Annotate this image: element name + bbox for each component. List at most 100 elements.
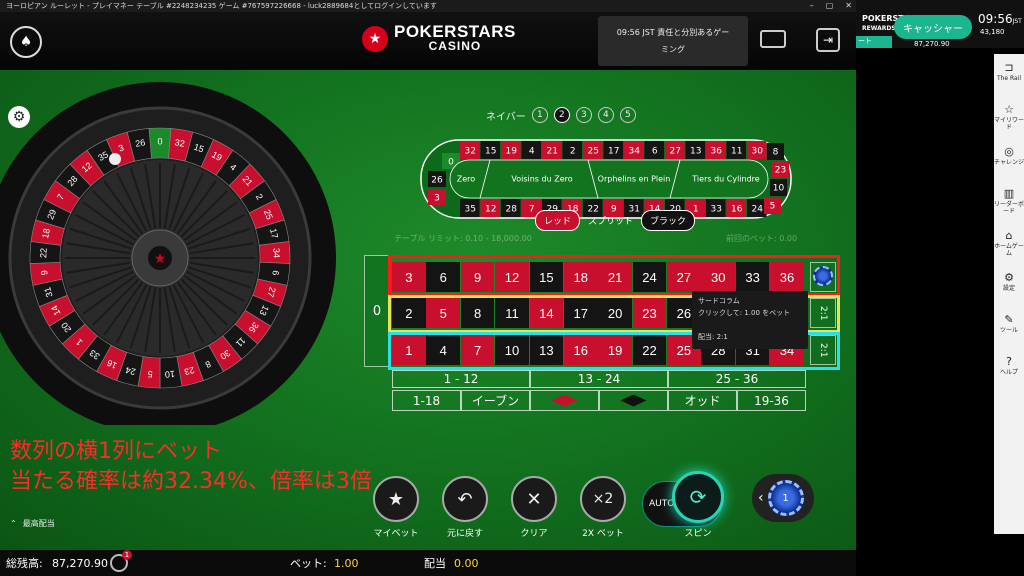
client-sidebar: ⊐ The Rail ☆ マイリワード ◎ チャレンジ ▥ リーダーボード ⌂ ホームゲーム ⚙ 設定… [994, 54, 1024, 534]
racetrack-section[interactable]: Zero [457, 175, 476, 184]
racetrack-number: 11 [731, 147, 742, 157]
gear-icon: ⚙ [1004, 271, 1014, 284]
bet-even[interactable]: イーブン [461, 390, 530, 411]
split-label: スプリット [588, 217, 634, 227]
wheel-svg: 0 32 1519421225173462713361130823105241633… [0, 82, 336, 434]
racetrack-number: 34 [629, 147, 641, 157]
sidebar-item[interactable]: ⌂ ホームゲーム [994, 229, 1024, 258]
bet-odd[interactable]: オッド [668, 390, 737, 411]
racetrack-number: 19 [506, 147, 518, 157]
star-logo-icon: ★ [154, 251, 167, 267]
cashier-button[interactable]: キャッシャー [894, 15, 972, 39]
neighbor-option-3[interactable]: 3 [575, 107, 592, 123]
wheel-number: 32 [174, 137, 186, 149]
exit-icon[interactable]: ⇥ [816, 28, 840, 52]
chip-icon[interactable]: 1 [767, 480, 804, 516]
close-icon[interactable]: ✕ [845, 0, 852, 12]
reward-icon: ☆ [1004, 103, 1014, 116]
dozen-2[interactable]: 13 - 24 [530, 370, 668, 388]
client-time: 09:56JST [978, 12, 1022, 26]
client-tab[interactable]: ート [856, 36, 892, 48]
racetrack-number: 32 [465, 147, 476, 157]
undo-button[interactable]: ↶ [442, 476, 488, 522]
sidebar-item[interactable]: ? ヘルプ [994, 356, 1024, 377]
even-money-row: 1-18 イーブン オッド 19-36 [392, 390, 806, 411]
dozen-1[interactable]: 1 - 12 [392, 370, 530, 388]
spin-button[interactable]: ⟳ [672, 471, 724, 523]
racetrack-section[interactable]: Voisins du Zero [511, 175, 572, 184]
bet-1-18[interactable]: 1-18 [392, 390, 461, 411]
double-button[interactable]: ×2 [580, 476, 626, 522]
neighbor-option-2[interactable]: 2 [553, 107, 570, 123]
bottom-bar: 総残高: 87,270.90 1 ベット: 1.00 配当 0.00 [0, 550, 856, 576]
wheel-number: 34 [271, 248, 281, 258]
spin-icon: ⟳ [689, 485, 707, 509]
payout-value: 0.00 [454, 556, 479, 570]
dozens-row: 1 - 12 13 - 24 25 - 36 [392, 370, 806, 388]
wheel-number: 0 [157, 136, 162, 146]
logo-line1: POKERSTARS [394, 22, 516, 41]
bet-19-36[interactable]: 19-36 [737, 390, 806, 411]
spin-label: スピン [684, 529, 712, 539]
info-line1: 09:56 JST 責任と分別あるゲー [616, 28, 730, 37]
racetrack-number: 4 [529, 147, 535, 157]
clear-label: クリア [520, 529, 548, 539]
chip-selector[interactable]: ‹ 1 [752, 474, 814, 522]
cash-icon[interactable] [760, 30, 786, 48]
sidebar-item[interactable]: ◎ チャレンジ [994, 145, 1024, 167]
maximize-icon[interactable]: ▢ [826, 0, 834, 12]
bet-label: ベット: [290, 557, 327, 570]
wheel-number: 10 [164, 369, 175, 380]
chevron-up-icon: ⌃ [10, 519, 17, 528]
red-button[interactable]: レッド [535, 210, 581, 231]
sidebar-item[interactable]: ⚙ 設定 [994, 271, 1024, 293]
chevron-left-icon[interactable]: ‹ [758, 490, 764, 506]
neighbor-option-4[interactable]: 4 [597, 107, 614, 123]
black-button[interactable]: ブラック [641, 210, 696, 231]
responsible-gaming-info[interactable]: 09:56 JST 責任と分別あるゲー ミング [598, 16, 748, 66]
racetrack-number: 23 [775, 166, 786, 176]
neighbor-option-5[interactable]: 5 [619, 107, 636, 123]
neighbor-label: ネイバー [486, 111, 526, 123]
home-icon: ⌂ [1005, 229, 1013, 242]
racetrack-section[interactable]: Tiers du Cylindre [691, 175, 760, 184]
racetrack-number: 3 [434, 194, 440, 204]
racetrack-number: 16 [731, 205, 743, 215]
zero-cell[interactable]: 0 [364, 255, 390, 367]
annotation-line2: 当たる確率は約32.34%、倍率は3倍 [10, 469, 372, 494]
tools-icon: ✎ [1004, 313, 1014, 326]
racetrack-number: 12 [485, 205, 496, 215]
sidebar-item[interactable]: ⊐ The Rail [994, 62, 1024, 83]
window-title: ヨーロピアン ルーレット - プレイマネー テーブル #2248234235 ゲ… [6, 2, 437, 10]
my-bet-button[interactable]: ★ [373, 476, 419, 522]
spade-icon: ♠ [19, 34, 33, 50]
bet-value: 1.00 [334, 556, 359, 570]
red-diamond-icon [551, 394, 578, 407]
dozen-3[interactable]: 25 - 36 [668, 370, 806, 388]
sidebar-item[interactable]: ☆ マイリワード [994, 103, 1024, 132]
sidebar-item[interactable]: ✎ ツール [994, 313, 1024, 335]
racetrack[interactable]: 3215194212251734627133611303512287291822… [420, 139, 792, 219]
window-titlebar: ヨーロピアン ルーレット - プレイマネー テーブル #2248234235 ゲ… [0, 0, 856, 12]
bet-black[interactable] [599, 390, 668, 411]
bet-red[interactable] [530, 390, 599, 411]
pokerstars-logo: ★ POKERSTARS CASINO [362, 22, 516, 54]
sidebar-item[interactable]: ▥ リーダーボード [994, 187, 1024, 216]
racetrack-number: 33 [711, 205, 722, 215]
leaderboard-icon: ▥ [1003, 187, 1015, 200]
sidebar-item-label: チャレンジ [994, 159, 1024, 166]
clear-button[interactable]: ✕ [511, 476, 557, 522]
neighbor-option-1[interactable]: 1 [531, 107, 548, 123]
racetrack-section[interactable]: Orphelins en Plein [598, 175, 671, 184]
top-bar: ♠ ★ POKERSTARS CASINO 09:56 JST 責任と分別あるゲ… [0, 12, 856, 70]
wheel-ball [109, 153, 121, 165]
challenge-icon: ◎ [1004, 145, 1014, 158]
table-limit-label: テーブル リミット: 0.10 - 18,000.00 [394, 234, 532, 243]
sidebar-item-label: The Rail [996, 75, 1022, 82]
max-payout-toggle[interactable]: ⌃ 最高配当 [10, 518, 55, 529]
wheel-number: 22 [38, 248, 48, 258]
minimize-icon[interactable]: – [810, 0, 814, 12]
tooltip-line1: クリックして: 1.00 をベット [698, 309, 791, 317]
racetrack-number: 0 [448, 158, 454, 168]
spade-menu-button[interactable]: ♠ [10, 26, 42, 58]
